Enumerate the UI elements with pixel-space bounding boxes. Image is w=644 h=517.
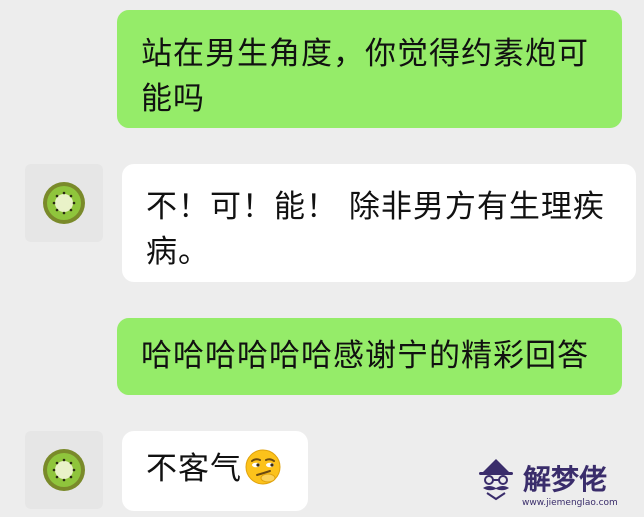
contact-avatar[interactable] <box>25 164 103 242</box>
message-bubble-sent[interactable]: 哈哈哈哈哈哈感谢宁的精彩回答 <box>117 318 622 395</box>
smirk-face-emoji <box>245 449 281 485</box>
mustache-man-logo <box>479 459 513 501</box>
message-bubble-sent[interactable]: 站在男生角度，你觉得约素炮可能吗 <box>117 10 622 128</box>
watermark: 解梦佬 www.jiemenglao.com <box>473 455 638 515</box>
kiwi-icon <box>43 182 85 224</box>
message-text: 不！可！能！ 除非男方有生理疾病。 <box>146 189 605 270</box>
message-bubble-received[interactable]: 不！可！能！ 除非男方有生理疾病。 <box>122 164 636 282</box>
kiwi-icon <box>43 449 85 491</box>
message-text: 不客气 <box>146 451 242 487</box>
contact-avatar[interactable] <box>25 431 103 509</box>
watermark-title: 解梦佬 <box>523 463 608 496</box>
message-bubble-received[interactable]: 不客气 <box>122 431 308 511</box>
watermark-url: www.jiemenglao.com <box>522 498 618 508</box>
message-text: 站在男生角度，你觉得约素炮可能吗 <box>141 36 589 117</box>
message-text: 哈哈哈哈哈哈感谢宁的精彩回答 <box>141 338 589 374</box>
